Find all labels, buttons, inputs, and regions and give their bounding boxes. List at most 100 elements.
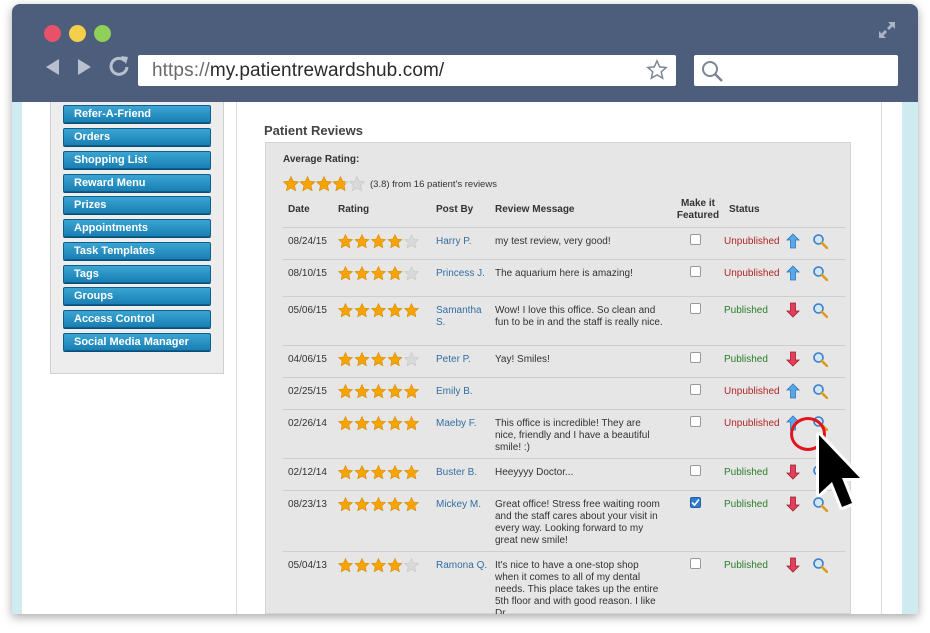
col-header-featured-line1: Make it	[681, 198, 715, 209]
star-icon	[370, 465, 387, 480]
mouse-pointer-icon	[816, 432, 863, 510]
view-review-button[interactable]	[812, 351, 829, 371]
unpublish-down-arrow-icon[interactable]	[786, 496, 800, 512]
expand-arrows-icon[interactable]	[878, 21, 896, 39]
sidebar-item-social-media-manager[interactable]: Social Media Manager	[63, 333, 211, 351]
star-icon	[403, 416, 420, 431]
review-message: This office is incredible! They are nice…	[495, 418, 650, 453]
sidebar-item-access-control[interactable]: Access Control	[63, 310, 211, 328]
sidebar-item-groups[interactable]: Groups	[63, 287, 211, 305]
window-minimize-button[interactable]	[69, 25, 86, 42]
unpublish-down-arrow-icon[interactable]	[786, 351, 800, 367]
unpublish-button[interactable]	[786, 496, 800, 516]
star-icon	[370, 352, 387, 367]
unpublish-button[interactable]	[786, 351, 800, 371]
col-header-rating: Rating	[338, 204, 370, 215]
window-close-button[interactable]	[44, 25, 61, 42]
publish-button[interactable]	[786, 233, 800, 253]
rating-stars	[338, 497, 420, 512]
back-arrow-icon[interactable]	[44, 58, 62, 76]
rating-stars	[338, 416, 420, 431]
sidebar-item-refer-a-friend[interactable]: Refer-A-Friend	[63, 105, 211, 123]
view-review-button[interactable]	[812, 302, 829, 322]
review-author-link[interactable]: Peter P.	[436, 354, 488, 366]
sidebar-item-tags[interactable]: Tags	[63, 265, 211, 283]
unpublish-down-arrow-icon[interactable]	[786, 302, 800, 318]
featured-checkbox[interactable]	[690, 416, 701, 427]
unpublish-down-arrow-icon[interactable]	[786, 557, 800, 573]
sidebar-item-shopping-list[interactable]: Shopping List	[63, 151, 211, 169]
star-icon	[354, 558, 370, 573]
unpublish-button[interactable]	[786, 557, 800, 577]
review-rating	[338, 558, 421, 573]
publish-up-arrow-icon[interactable]	[786, 265, 800, 281]
review-author-link[interactable]: Harry P.	[436, 236, 488, 248]
unpublish-down-arrow-icon[interactable]	[786, 464, 800, 480]
review-author-link[interactable]: Ramona Q.	[436, 560, 488, 572]
view-zoom-icon[interactable]	[812, 265, 829, 282]
review-author-link[interactable]: Mickey M.	[436, 499, 488, 511]
sidebar-item-appointments[interactable]: Appointments	[63, 219, 211, 237]
sidebar-item-reward-menu[interactable]: Reward Menu	[63, 174, 211, 192]
view-zoom-icon[interactable]	[812, 351, 829, 368]
star-icon	[338, 465, 354, 480]
view-zoom-icon[interactable]	[812, 302, 829, 319]
url-protocol: https://	[152, 60, 210, 81]
sidebar-item-task-templates[interactable]: Task Templates	[63, 242, 211, 260]
table-row: 05/04/13 Ramona Q. It's nice to have a one…	[283, 551, 845, 614]
col-header-date: Date	[288, 204, 310, 215]
publish-button[interactable]	[786, 383, 800, 403]
reload-icon[interactable]	[108, 55, 130, 77]
publish-up-arrow-icon[interactable]	[786, 383, 800, 399]
featured-checkbox[interactable]	[690, 384, 701, 395]
star-icon	[354, 266, 370, 281]
star-outline-icon[interactable]	[646, 59, 668, 81]
browser-search-input[interactable]	[694, 55, 898, 86]
publish-button[interactable]	[786, 265, 800, 285]
view-review-button[interactable]	[812, 557, 829, 577]
review-date: 05/06/15	[288, 305, 327, 316]
review-author-link[interactable]: Buster B.	[436, 467, 488, 479]
sidebar-item-prizes[interactable]: Prizes	[63, 196, 211, 214]
featured-checkbox[interactable]	[690, 234, 701, 245]
star-icon	[387, 352, 403, 367]
star-icon	[315, 176, 333, 192]
window-zoom-button[interactable]	[94, 25, 111, 42]
featured-checkbox[interactable]	[690, 558, 701, 569]
star-icon	[332, 176, 349, 192]
star-icon	[387, 266, 403, 281]
col-header-featured: Make it Featured	[673, 198, 723, 222]
featured-checkbox[interactable]	[690, 465, 701, 476]
star-icon	[354, 234, 370, 249]
view-zoom-icon[interactable]	[812, 383, 829, 400]
view-review-button[interactable]	[812, 383, 829, 403]
star-icon	[403, 234, 420, 249]
review-author-link[interactable]: Maeby F.	[436, 418, 488, 430]
publish-up-arrow-icon[interactable]	[786, 233, 800, 249]
sidebar-item-orders[interactable]: Orders	[63, 128, 211, 146]
average-rating-stars	[283, 176, 366, 192]
star-icon	[387, 465, 403, 480]
table-row: 08/24/15 Harry P. my test review, very goo…	[283, 227, 845, 259]
review-message: my test review, very good!	[495, 236, 611, 247]
featured-checkbox[interactable]	[690, 303, 701, 314]
star-icon	[283, 176, 300, 192]
unpublish-button[interactable]	[786, 464, 800, 484]
featured-checkbox[interactable]	[690, 266, 701, 277]
review-author-link[interactable]: Samantha S.	[436, 305, 488, 329]
view-zoom-icon[interactable]	[812, 233, 829, 250]
view-review-button[interactable]	[812, 233, 829, 253]
review-rating	[338, 266, 421, 281]
review-author-link[interactable]: Emily B.	[436, 386, 488, 398]
forward-arrow-icon[interactable]	[75, 58, 93, 76]
col-header-message: Review Message	[495, 204, 575, 215]
review-author-link[interactable]: Princess J.	[436, 268, 488, 280]
star-icon	[403, 303, 420, 318]
rating-stars	[338, 384, 420, 399]
address-bar[interactable]: https://my.patientrewardshub.com/	[138, 55, 676, 86]
view-zoom-icon[interactable]	[812, 557, 829, 574]
featured-checkbox[interactable]	[690, 497, 701, 508]
featured-checkbox[interactable]	[690, 352, 701, 363]
unpublish-button[interactable]	[786, 302, 800, 322]
view-review-button[interactable]	[812, 265, 829, 285]
